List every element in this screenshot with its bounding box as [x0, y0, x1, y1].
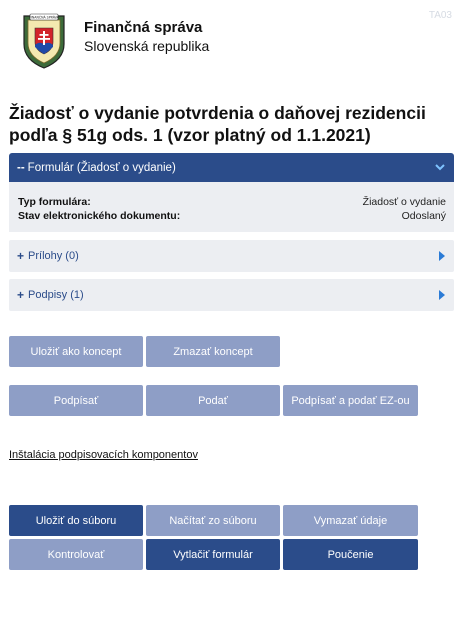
attachments-label: Prílohy (0) [28, 250, 79, 262]
brand-title: Finančná správa [84, 19, 203, 36]
form-section-header[interactable]: -- Formulár (Žiadosť o vydanie) [9, 153, 454, 182]
check-button[interactable]: Kontrolovať [9, 539, 143, 570]
page-code: TA03 [428, 10, 452, 21]
info-value: Žiadosť o vydanie [362, 196, 446, 208]
signatures-label: Podpisy (1) [28, 289, 84, 301]
plus-icon: + [17, 288, 25, 302]
info-row-type: Typ formulára: Žiadosť o vydanie [18, 195, 446, 209]
header: FINANČNÁ SPRÁVA Finančná správa Slovensk… [18, 10, 209, 70]
sign-and-submit-button[interactable]: Podpísať a podať EZ-ou [283, 385, 418, 416]
save-draft-button[interactable]: Uložiť ako koncept [9, 336, 143, 367]
page-title: Žiadosť o vydanie potvrdenia o daňovej r… [9, 103, 426, 145]
clear-data-button[interactable]: Vymazať údaje [283, 505, 418, 536]
delete-draft-button[interactable]: Zmazať koncept [146, 336, 280, 367]
svg-text:FINANČNÁ SPRÁVA: FINANČNÁ SPRÁVA [29, 15, 60, 20]
submit-button[interactable]: Podať [146, 385, 280, 416]
info-key: Typ formulára: [18, 196, 91, 208]
brand-subtitle: Slovenská republika [84, 38, 210, 54]
caret-right-icon [439, 251, 445, 261]
info-key: Stav elektronického dokumentu: [18, 210, 181, 222]
signatures-section[interactable]: + Podpisy (1) [9, 279, 454, 311]
install-components-link[interactable]: Inštalácia podpisovacích komponentov [9, 449, 198, 461]
collapse-marker: -- [17, 161, 25, 174]
attachments-section[interactable]: + Prílohy (0) [9, 240, 454, 272]
plus-icon: + [17, 249, 25, 263]
save-to-file-button[interactable]: Uložiť do súboru [9, 505, 143, 536]
info-row-status: Stav elektronického dokumentu: Odoslaný [18, 209, 446, 223]
chevron-down-icon[interactable] [434, 161, 446, 173]
financna-sprava-crest-icon: FINANČNÁ SPRÁVA [23, 13, 65, 69]
load-from-file-button[interactable]: Načítať zo súboru [146, 505, 280, 536]
form-section-label: Formulár (Žiadosť o vydanie) [27, 161, 176, 174]
caret-right-icon [439, 290, 445, 300]
form-info-panel: Typ formulára: Žiadosť o vydanie Stav el… [9, 182, 454, 232]
print-form-button[interactable]: Vytlačiť formulár [146, 539, 280, 570]
info-value: Odoslaný [401, 210, 446, 222]
instructions-button[interactable]: Poučenie [283, 539, 418, 570]
sign-button[interactable]: Podpísať [9, 385, 143, 416]
